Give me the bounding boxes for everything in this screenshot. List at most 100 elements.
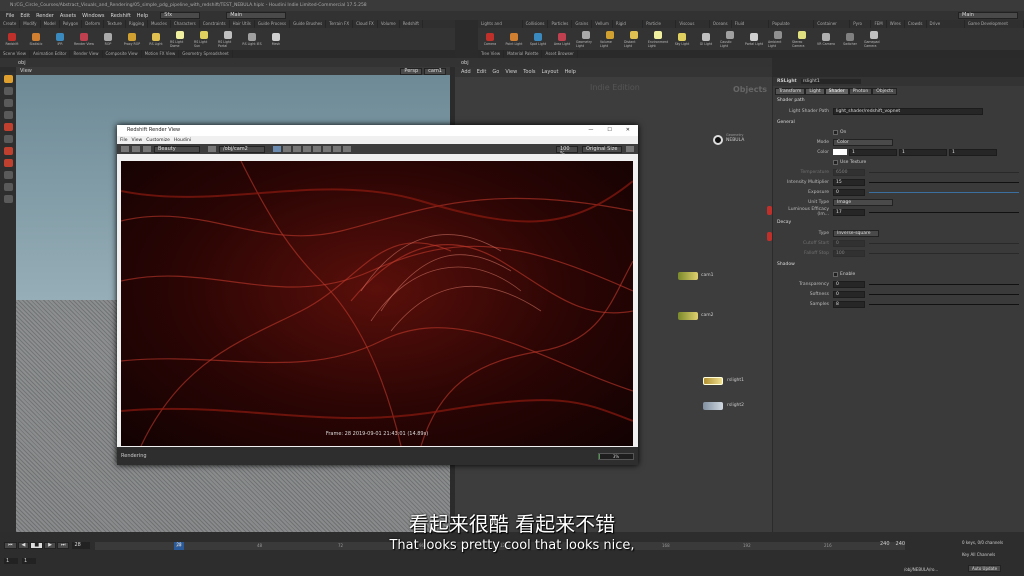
shelf-tab-right-8[interactable]: Oceans: [710, 20, 732, 28]
shelf-tool-right-1[interactable]: Point Light: [504, 32, 524, 46]
tab-objects[interactable]: Objects: [872, 87, 898, 95]
pane-tab-1[interactable]: Animation Editor: [30, 50, 71, 58]
fit-icon[interactable]: [293, 146, 301, 152]
node-rslight2[interactable]: [703, 402, 723, 410]
shelf-tool-right-4[interactable]: Geometry Light: [576, 30, 596, 48]
shelf-tab-16[interactable]: Redshift: [400, 20, 423, 28]
shelf-tab-2[interactable]: Model: [41, 20, 60, 28]
shelf-tab-right-13[interactable]: FEM: [871, 20, 887, 28]
save-image-icon[interactable]: [121, 146, 129, 152]
region-icon[interactable]: [273, 146, 281, 152]
shelf-tab-6[interactable]: Rigging: [126, 20, 148, 28]
color-r-field[interactable]: 1: [849, 148, 897, 156]
snap-icon[interactable]: [3, 171, 13, 179]
shelf-tab-5[interactable]: Texture: [104, 20, 126, 28]
node-cam1[interactable]: [678, 272, 698, 280]
samples-field[interactable]: 8: [833, 300, 865, 308]
render-image[interactable]: Frame: 28 2019-09-01 21:43:01 (14.89s): [121, 161, 633, 446]
tab-transform[interactable]: Transform: [775, 87, 806, 95]
shelf-tab-right-10[interactable]: Populate Containers: [769, 20, 815, 34]
shelf-tab-right-11[interactable]: Container Tools: [814, 20, 851, 34]
tab-shader[interactable]: Shader: [824, 87, 849, 95]
exposure-slider[interactable]: [869, 191, 1019, 193]
main-select[interactable]: Main: [226, 12, 287, 19]
shelf-tab-right-7[interactable]: Viscous Fluids: [676, 20, 710, 34]
rotate-tool-icon[interactable]: [3, 99, 13, 107]
magnet-icon[interactable]: [3, 159, 13, 167]
network-path[interactable]: obj: [461, 60, 469, 66]
minimize-icon[interactable]: —: [588, 125, 593, 136]
snapshot-icon[interactable]: [132, 146, 140, 152]
shelf-tab-8[interactable]: Characters: [171, 20, 200, 28]
keyframe-marker-2[interactable]: [767, 232, 772, 241]
transparency-field[interactable]: 0: [833, 280, 865, 288]
shelf-tool-right-14[interactable]: VR Camera: [816, 32, 836, 46]
luminous-slider[interactable]: [869, 211, 1019, 213]
camera-select[interactable]: /obj/cam2: [219, 145, 265, 153]
rv-menu-view[interactable]: View: [132, 138, 143, 143]
close-icon[interactable]: ✕: [626, 125, 630, 136]
desktop-select[interactable]: Sfx: [160, 12, 201, 19]
shelf-tab-0[interactable]: Create: [0, 20, 21, 28]
light-shader-path-field[interactable]: light_shader/redshift_vopnet: [833, 107, 983, 115]
shelf-tab-right-16[interactable]: Drive Simulation: [927, 20, 965, 34]
shelf-tab-15[interactable]: Volume: [378, 20, 400, 28]
display-icon[interactable]: [3, 183, 13, 191]
ocio-icon[interactable]: [343, 146, 351, 152]
shelf-tool-2[interactable]: IPR: [50, 32, 70, 46]
node-rslight1[interactable]: [703, 377, 723, 385]
auto-update-button[interactable]: Auto Update: [968, 565, 1002, 572]
color-swatch[interactable]: [833, 149, 847, 155]
shelf-tab-right-12[interactable]: Pyro FX: [850, 20, 872, 34]
shelf-tool-right-2[interactable]: Spot Light: [528, 32, 548, 46]
net-menu-layout[interactable]: Layout: [542, 69, 559, 75]
net-menu-add[interactable]: Add: [461, 69, 471, 75]
move-tool-icon[interactable]: [3, 87, 13, 95]
viewport-path[interactable]: obj: [18, 60, 26, 66]
shelf-tool-right-0[interactable]: Camera: [480, 32, 500, 46]
shelf-tool-right-13[interactable]: Stereo Camera: [792, 30, 812, 48]
falloff-stop-field[interactable]: 100: [833, 249, 865, 257]
rv-menu-file[interactable]: File: [120, 138, 128, 143]
shelf-tab-right-15[interactable]: Crowds: [905, 20, 927, 28]
shelf-tool-5[interactable]: Proxy ROP: [122, 32, 142, 46]
net-menu-help[interactable]: Help: [565, 69, 576, 75]
pane-tab-right-0[interactable]: Tree View: [478, 50, 505, 58]
render-icon[interactable]: [143, 146, 151, 152]
color-b-field[interactable]: 1: [949, 148, 997, 156]
shelf-tab-right-9[interactable]: Fluid Containers: [732, 20, 770, 34]
tab-light[interactable]: Light: [805, 87, 825, 95]
shelf-tab-right-17[interactable]: Game Development Toolset: [965, 20, 1024, 34]
channel-icon[interactable]: [283, 146, 291, 152]
cutoff-start-field[interactable]: 0: [833, 239, 865, 247]
shelf-tab-10[interactable]: Hair Utils: [230, 20, 255, 28]
scale-tool-icon[interactable]: [3, 111, 13, 119]
luminous-field[interactable]: 17: [833, 208, 865, 216]
shelf-tab-right-3[interactable]: Grains: [572, 20, 593, 28]
pane-tab-2[interactable]: Render View: [70, 50, 103, 58]
view-tool-icon[interactable]: [3, 147, 13, 155]
shelf-tab-right-14[interactable]: Wires: [887, 20, 905, 28]
shelf-tab-7[interactable]: Muscles: [148, 20, 171, 28]
shelf-tool-right-12[interactable]: Ambient Light: [768, 30, 788, 48]
shelf-tab-4[interactable]: Deform: [82, 20, 105, 28]
shelf-tab-right-0[interactable]: Lights and Cameras: [478, 20, 523, 34]
shelf-tab-right-6[interactable]: Particle Fluids: [643, 20, 677, 34]
right-main-select[interactable]: Main: [958, 12, 1018, 19]
shelf-tab-11[interactable]: Guide Process: [255, 20, 291, 28]
tab-photon[interactable]: Photon: [848, 87, 873, 95]
pane-tab-3[interactable]: Composite View: [103, 50, 142, 58]
temperature-field[interactable]: 6500: [833, 168, 865, 176]
grid-icon[interactable]: [3, 195, 13, 203]
shelf-tool-right-10[interactable]: Caustic Light: [720, 30, 740, 48]
pixel-icon[interactable]: [303, 146, 311, 152]
shelf-tool-7[interactable]: RS Light Dome: [170, 30, 190, 48]
pane-tab-4[interactable]: Motion FX View: [142, 50, 180, 58]
node-cam2[interactable]: [678, 312, 698, 320]
menu-windows[interactable]: Windows: [82, 13, 104, 19]
shelf-tab-9[interactable]: Constraints: [200, 20, 230, 28]
pane-tab-0[interactable]: Scene View: [0, 50, 30, 58]
unit-type-select[interactable]: Image: [833, 198, 893, 206]
compare-icon[interactable]: [313, 146, 321, 152]
color-g-field[interactable]: 1: [899, 148, 947, 156]
